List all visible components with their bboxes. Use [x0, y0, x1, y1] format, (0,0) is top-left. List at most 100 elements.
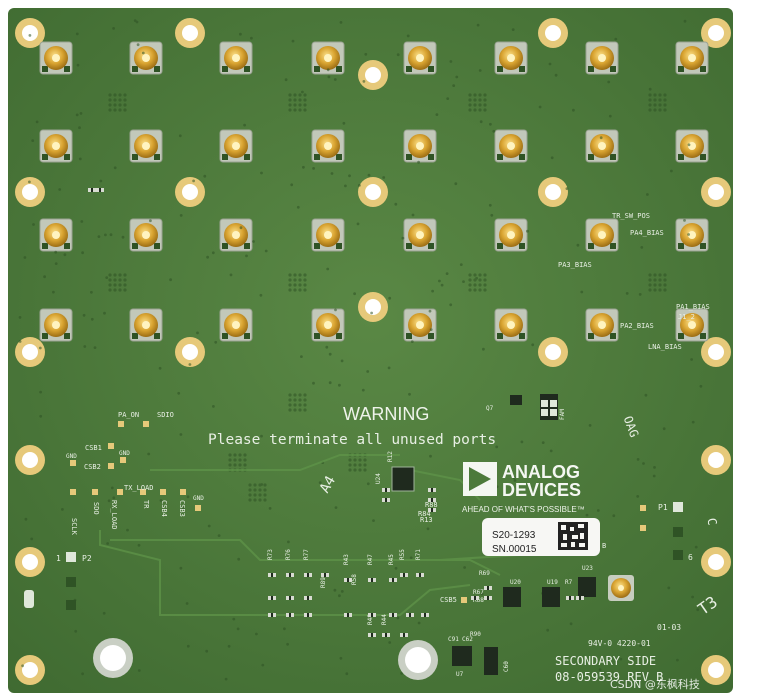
sma-connector — [219, 218, 253, 252]
watermark: CSDN @东枫科技 — [610, 677, 700, 691]
sma-connector — [39, 129, 73, 163]
smd-resistor — [566, 596, 574, 600]
ic-u23 — [578, 577, 596, 597]
ic-u7 — [452, 646, 472, 666]
label-csb4: CSB4 — [160, 500, 168, 517]
label-gnd-3: GND — [193, 495, 204, 502]
ref-c91: C91 — [448, 636, 459, 643]
ul-mark: 94V-0 4220-01 — [588, 639, 651, 648]
sma-connector — [403, 129, 437, 163]
label-tr: TR — [142, 500, 150, 509]
logo-line2: DEVICES — [502, 480, 581, 500]
smd-resistor — [368, 633, 376, 637]
label-lna-bias: LNA_BIAS — [648, 343, 682, 351]
smd-resistor — [88, 188, 96, 192]
ref-r88: R88 — [425, 501, 438, 509]
logo-tagline: AHEAD OF WHAT'S POSSIBLE™ — [462, 505, 585, 514]
ic-u-right — [484, 647, 498, 675]
warning-title: WARNING — [343, 404, 429, 424]
pin-1: 1 — [56, 554, 61, 563]
sma-connector — [494, 129, 528, 163]
mounting-hole — [358, 177, 388, 207]
sma-connector — [585, 218, 619, 252]
ref-u20: U20 — [510, 579, 521, 586]
smd-resistor — [428, 508, 436, 512]
smd-resistor — [389, 613, 397, 617]
smd-resistor — [576, 596, 584, 600]
label-pa-on: PA_ON — [118, 411, 139, 419]
smd-resistor — [484, 586, 492, 590]
smd-resistor — [382, 488, 390, 492]
p1-header — [673, 502, 683, 560]
ref-q7: Q7 — [486, 405, 494, 412]
mark-b: B — [602, 542, 606, 550]
pin-6: 6 — [688, 553, 693, 562]
mounting-hole — [701, 547, 731, 577]
ref-c60: C60 — [503, 661, 510, 672]
sma-connector — [311, 129, 345, 163]
ref-r44: R44 — [381, 614, 388, 625]
sma-connector — [675, 218, 709, 252]
sma-connector — [403, 218, 437, 252]
sma-connector — [129, 308, 163, 342]
pcb-photo: WARNING Please terminate all unused port… — [8, 8, 733, 693]
ref-r13: R13 — [420, 516, 433, 524]
ref-r45: R45 — [388, 554, 395, 565]
side-label: SECONDARY SIDE — [555, 654, 656, 668]
smd-resistor — [344, 613, 352, 617]
mounting-hole — [701, 655, 731, 685]
mounting-hole — [701, 337, 731, 367]
ref-r7: R7 — [565, 579, 573, 586]
sma-connector — [585, 41, 619, 75]
ref-u23: U23 — [582, 565, 593, 572]
smd-resistor — [421, 613, 429, 617]
label-p1: P1 — [658, 503, 668, 512]
sma-connector — [403, 308, 437, 342]
label-part-number: S20-1293 — [492, 530, 536, 541]
mounting-hole — [175, 18, 205, 48]
sma-connector — [585, 129, 619, 163]
smd-resistor — [286, 613, 294, 617]
warning-text: Please terminate all unused ports — [208, 432, 496, 448]
label-csb3: CSB3 — [178, 500, 186, 517]
smd-resistor — [400, 633, 408, 637]
ref-r43: R43 — [343, 554, 350, 565]
ref-r89: R89 — [320, 577, 327, 588]
mounting-hole — [701, 445, 731, 475]
date-code: 01-03 — [657, 623, 681, 632]
mounting-hole — [538, 18, 568, 48]
smd-resistor — [382, 633, 390, 637]
ref-u24: U24 — [375, 473, 382, 484]
sma-connector — [129, 218, 163, 252]
smd-resistor — [286, 596, 294, 600]
ref-r69: R69 — [479, 570, 490, 577]
label-pa4-bias: PA4_BIAS — [630, 229, 664, 237]
logo-line1: ANALOG — [502, 462, 580, 482]
ref-r73: R73 — [267, 549, 274, 560]
smd-resistor — [321, 573, 329, 577]
sma-connector — [311, 218, 345, 252]
sma-small-connector — [608, 575, 634, 601]
smd-resistor — [428, 488, 436, 492]
ref-u7: U7 — [456, 671, 464, 678]
label-csb1: CSB1 — [85, 444, 102, 452]
sma-connector — [219, 308, 253, 342]
sma-connector — [129, 129, 163, 163]
smd-resistor — [471, 596, 479, 600]
smd-resistor — [400, 573, 408, 577]
ref-r55: R55 — [399, 549, 406, 560]
smd-resistor — [286, 573, 294, 577]
sma-connector — [129, 41, 163, 75]
ref-r47: R47 — [367, 554, 374, 565]
sma-connector — [219, 41, 253, 75]
label-j1-2: J1_2 — [678, 313, 695, 321]
ic-q7 — [510, 395, 522, 405]
sma-connector — [675, 41, 709, 75]
smd-resistor — [389, 578, 397, 582]
label-pa3-bias: PA3_BIAS — [558, 261, 592, 269]
label-tr-sw-pos: TR_SW_POS — [612, 212, 650, 220]
smd-resistor — [484, 596, 492, 600]
label-sdo: SDO — [92, 502, 100, 515]
sma-connector — [311, 308, 345, 342]
smd-resistor — [368, 613, 376, 617]
